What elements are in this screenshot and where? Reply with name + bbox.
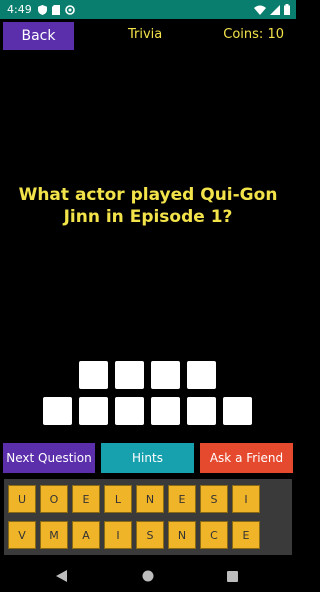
letter-key[interactable]: C (200, 521, 228, 549)
next-question-button[interactable]: Next Question (3, 443, 95, 473)
letter-key[interactable]: V (8, 521, 36, 549)
system-nav-bar (0, 555, 296, 592)
nav-back-icon[interactable] (56, 567, 67, 586)
shield-icon (37, 4, 47, 15)
letter-key[interactable]: L (104, 485, 132, 513)
letter-key[interactable]: S (136, 521, 164, 549)
letter-key[interactable]: E (168, 485, 196, 513)
letter-key[interactable]: I (232, 485, 260, 513)
ask-a-friend-button[interactable]: Ask a Friend (200, 443, 293, 473)
answer-slot[interactable] (79, 397, 108, 425)
letter-key[interactable]: E (72, 485, 100, 513)
app-bar: Back Trivia Coins: 10 (0, 19, 296, 51)
sd-card-icon (51, 4, 60, 15)
answer-slot[interactable] (187, 397, 216, 425)
hints-button[interactable]: Hints (101, 443, 194, 473)
answer-slots-row-2 (43, 397, 252, 425)
letter-key[interactable]: E (232, 521, 260, 549)
signal-icon (270, 4, 280, 15)
letter-keyboard: U O E L N E S I V M A I S N C E (4, 479, 292, 555)
letter-key[interactable]: O (40, 485, 68, 513)
letter-key[interactable]: N (168, 521, 196, 549)
answer-slot[interactable] (223, 397, 252, 425)
letter-key[interactable]: A (72, 521, 100, 549)
answer-slot[interactable] (43, 397, 72, 425)
letter-key[interactable]: S (200, 485, 228, 513)
letter-key[interactable]: N (136, 485, 164, 513)
answer-slot[interactable] (115, 361, 144, 389)
status-time: 4:49 (7, 3, 32, 16)
wifi-icon (254, 5, 266, 15)
nav-home-icon[interactable] (142, 567, 154, 586)
status-bar: 4:49 (0, 0, 296, 19)
status-left-icons (37, 4, 75, 15)
status-right-icons (254, 4, 290, 15)
back-button[interactable]: Back (3, 22, 74, 50)
trivia-screen: 4:49 Back Trivia Coins: 10 What actor pl… (0, 0, 296, 592)
letter-row-1: U O E L N E S I (8, 485, 260, 513)
question-text: What actor played Qui-Gon Jinn in Episod… (18, 185, 278, 227)
answer-slots-row-1 (79, 361, 216, 389)
notification-icon (64, 4, 75, 15)
page-title: Trivia (128, 27, 163, 42)
letter-key[interactable]: I (104, 521, 132, 549)
answer-slot[interactable] (151, 361, 180, 389)
answer-slot[interactable] (187, 361, 216, 389)
answer-slot[interactable] (79, 361, 108, 389)
answer-slot[interactable] (115, 397, 144, 425)
nav-recent-icon[interactable] (227, 567, 238, 586)
letter-key[interactable]: U (8, 485, 36, 513)
letter-key[interactable]: M (40, 521, 68, 549)
coins-counter: Coins: 10 (223, 27, 284, 42)
letter-row-2: V M A I S N C E (8, 521, 260, 549)
answer-slot[interactable] (151, 397, 180, 425)
battery-icon (284, 4, 290, 15)
